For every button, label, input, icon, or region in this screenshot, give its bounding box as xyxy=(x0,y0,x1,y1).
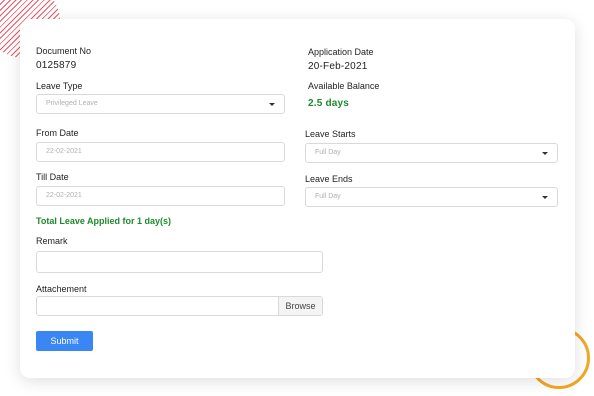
chevron-down-icon xyxy=(542,196,548,199)
leave-starts-select-value: Full Day xyxy=(315,149,341,156)
leave-starts-label: Leave Starts xyxy=(305,129,356,139)
remark-input[interactable] xyxy=(36,251,323,273)
leave-type-label: Leave Type xyxy=(36,81,83,91)
attachment-file-input[interactable]: Browse xyxy=(36,296,323,316)
chevron-down-icon xyxy=(542,152,548,155)
till-date-input[interactable]: 22-02-2021 xyxy=(36,186,285,206)
application-date-label: Application Date xyxy=(308,47,374,57)
leave-type-select[interactable]: Privileged Leave xyxy=(36,94,285,114)
document-no-label: Document No xyxy=(36,46,92,56)
leave-type-select-value: Privileged Leave xyxy=(46,100,98,107)
leave-ends-select[interactable]: Full Day xyxy=(305,187,558,207)
leave-ends-label: Leave Ends xyxy=(305,174,353,184)
document-no-value: 0125879 xyxy=(36,60,77,71)
leave-ends-select-value: Full Day xyxy=(315,193,341,200)
leave-starts-select[interactable]: Full Day xyxy=(305,143,558,163)
total-leave-text: Total Leave Applied for 1 day(s) xyxy=(36,216,172,226)
till-date-input-value: 22-02-2021 xyxy=(46,192,82,199)
from-date-label: From Date xyxy=(36,128,79,138)
from-date-input[interactable]: 22-02-2021 xyxy=(36,142,285,162)
application-date-value: 20-Feb-2021 xyxy=(308,61,368,72)
attachment-label: Attachement xyxy=(36,284,87,294)
till-date-label: Till Date xyxy=(36,172,69,182)
submit-button[interactable]: Submit xyxy=(36,331,93,351)
from-date-input-value: 22-02-2021 xyxy=(46,148,82,155)
available-balance-value: 2.5 days xyxy=(308,98,350,109)
chevron-down-icon xyxy=(269,103,275,106)
browse-button[interactable]: Browse xyxy=(278,297,322,315)
remark-label: Remark xyxy=(36,236,68,246)
available-balance-label: Available Balance xyxy=(308,81,380,91)
